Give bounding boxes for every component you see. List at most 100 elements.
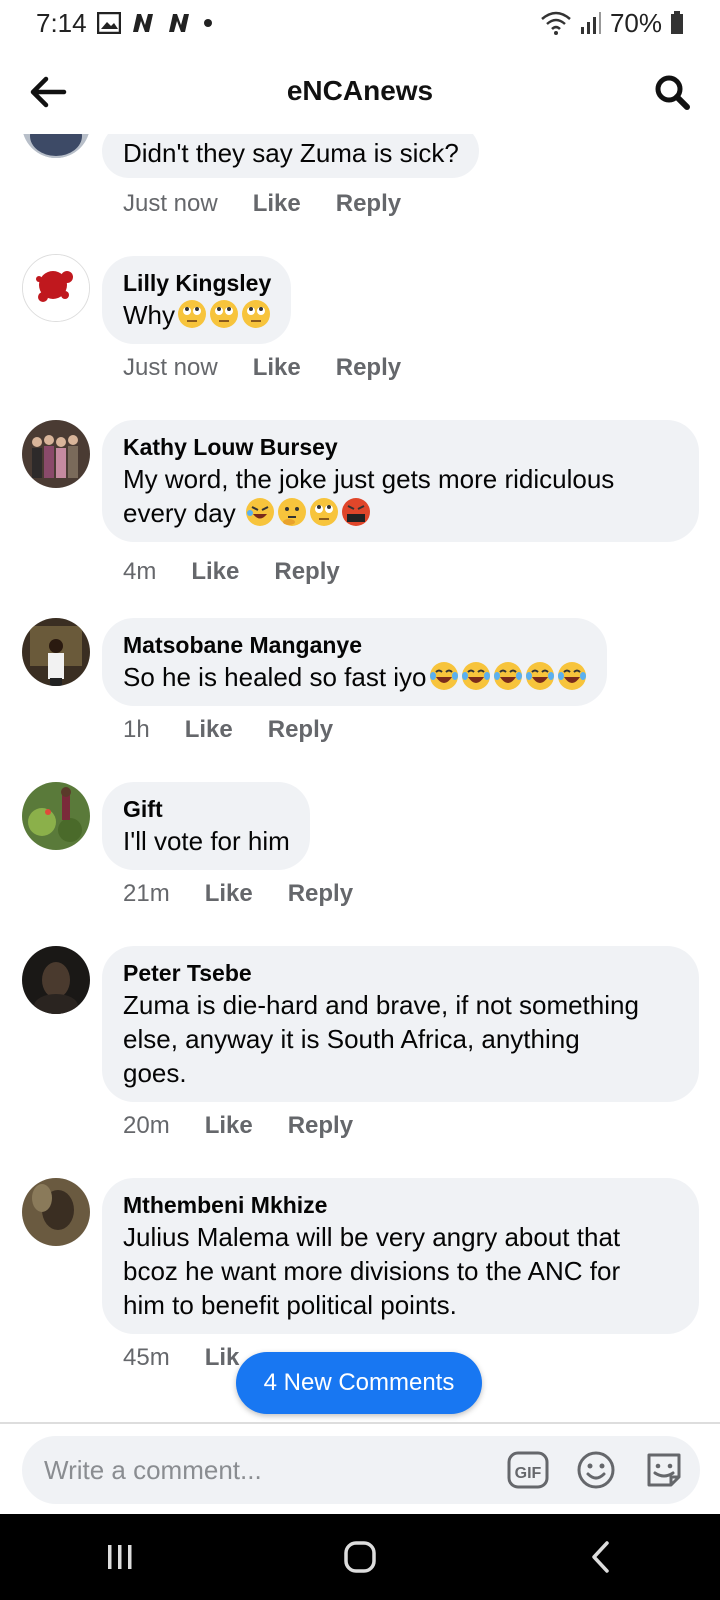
comment-meta: 45m Lik [123, 1344, 239, 1372]
comment-meta: 4m Like Reply [123, 558, 340, 586]
comment-bubble[interactable]: Matsobane Manganye So he is healed so fa… [102, 618, 607, 706]
comment-text-line: goes. [123, 1058, 187, 1088]
comment-time: 1h [123, 716, 150, 743]
reply-button[interactable]: Reply [288, 880, 353, 908]
back-button[interactable] [26, 70, 70, 114]
recent-apps-icon [108, 1545, 132, 1569]
gif-button[interactable]: GIF [506, 1448, 550, 1492]
like-button[interactable]: Like [253, 190, 301, 218]
rofl-emoji-icon [245, 498, 274, 526]
reply-button[interactable]: Reply [336, 354, 401, 382]
composer-icons: GIF [506, 1448, 686, 1492]
home-icon [344, 1541, 376, 1573]
avatar[interactable] [22, 134, 90, 158]
emoji-button[interactable] [574, 1448, 618, 1492]
tears-of-joy-emoji-icon [557, 662, 586, 690]
comment-text: every day [123, 496, 679, 530]
comment-text-line: Zuma is die-hard and brave, if not somet… [123, 990, 639, 1020]
comment-bubble[interactable]: Mthembeni Mkhize Julius Malema will be v… [102, 1178, 699, 1334]
comment-time: 4m [123, 558, 157, 585]
comment-bubble[interactable]: Didn't they say Zuma is sick? [102, 134, 479, 178]
eye-roll-emoji-icon [178, 300, 206, 328]
like-button[interactable]: Like [205, 880, 253, 908]
wifi-icon [540, 11, 572, 35]
status-right: 70% [540, 8, 684, 39]
comment-author: Peter Tsebe [123, 960, 252, 986]
avatar[interactable] [22, 946, 90, 1014]
comment-text-line: bcoz he want more divisions to the ANC f… [123, 1256, 621, 1286]
reply-button[interactable]: Reply [288, 1112, 353, 1140]
eye-roll-emoji-icon [242, 300, 270, 328]
signal-icon [580, 11, 602, 35]
comment-time: 21m [123, 880, 170, 907]
news-notification-icon-2 [167, 12, 193, 34]
like-button[interactable]: Like [205, 1112, 253, 1140]
like-button[interactable]: Lik [205, 1344, 240, 1372]
comment-composer-bar: GIF [0, 1422, 720, 1514]
eye-roll-emoji-icon [309, 498, 338, 526]
avatar[interactable] [22, 420, 90, 488]
tears-of-joy-emoji-icon [429, 662, 458, 690]
comment-text-line: him to benefit political points. [123, 1290, 457, 1320]
tears-of-joy-emoji-icon [461, 662, 490, 690]
comment-text: So he is healed so fast iyo [123, 660, 587, 694]
more-notifications-dot-icon [203, 18, 213, 28]
comment-bubble[interactable]: Kathy Louw Bursey My word, the joke just… [102, 420, 699, 542]
search-button[interactable] [650, 70, 694, 114]
avatar[interactable] [22, 1178, 90, 1246]
comment-author: Kathy Louw Bursey [123, 434, 338, 460]
avatar[interactable] [22, 618, 90, 686]
news-notification-icon [131, 12, 157, 34]
comment-text-body: Why [123, 300, 175, 330]
status-bar: 7:14 70% [0, 0, 720, 46]
comment-bubble[interactable]: Lilly Kingsley Why [102, 256, 292, 344]
comment-author: Mthembeni Mkhize [123, 1192, 328, 1218]
comment-text-line: My word, the joke just gets more ridicul… [123, 464, 615, 494]
search-icon [655, 75, 690, 110]
tears-of-joy-emoji-icon [525, 662, 554, 690]
comment-composer: GIF [22, 1436, 700, 1504]
avatar[interactable] [22, 782, 90, 850]
comment-input[interactable] [44, 1454, 484, 1486]
comment-meta: 20m Like Reply [123, 1112, 353, 1140]
cursing-emoji-icon [341, 498, 370, 526]
gif-icon: GIF [507, 1451, 549, 1489]
new-comments-button[interactable]: 4 New Comments [236, 1352, 482, 1414]
gallery-notification-icon [96, 12, 121, 34]
comment-text-body: So he is healed so fast iyo [123, 662, 427, 692]
comment-time: 20m [123, 1112, 170, 1139]
comment-text-line: Julius Malema will be very angry about t… [123, 1222, 621, 1252]
app-header: eNCAnews [0, 56, 720, 126]
reply-button[interactable]: Reply [336, 190, 401, 218]
thinking-emoji-icon [277, 498, 306, 526]
like-button[interactable]: Like [191, 558, 239, 586]
page-title: eNCAnews [286, 75, 434, 106]
battery-icon [670, 11, 684, 35]
status-time: 7:14 [36, 7, 87, 38]
comment-meta: Just now Like Reply [123, 190, 401, 218]
tears-of-joy-emoji-icon [493, 662, 522, 690]
comment-text-line: every day [123, 498, 236, 528]
comment-time: 45m [123, 1344, 170, 1371]
avatar[interactable] [22, 254, 90, 322]
sticker-icon [647, 1453, 681, 1487]
comment-meta: Just now Like Reply [123, 354, 401, 382]
like-button[interactable]: Like [253, 354, 301, 382]
comments-feed[interactable]: Didn't they say Zuma is sick? Just now L… [0, 134, 720, 1422]
comment-author: Lilly Kingsley [123, 270, 272, 296]
comment-bubble[interactable]: Peter Tsebe Zuma is die-hard and brave, … [102, 946, 699, 1102]
status-left: 7:14 [36, 8, 213, 39]
recent-apps-button[interactable] [80, 1527, 160, 1587]
like-button[interactable]: Like [185, 716, 233, 744]
home-button[interactable] [320, 1527, 400, 1587]
comment-text-line: else, anyway it is South Africa, anythin… [123, 1024, 580, 1054]
reply-button[interactable]: Reply [268, 716, 333, 744]
comment-meta: 21m Like Reply [123, 880, 353, 908]
comment-text: I'll vote for him [123, 826, 290, 856]
sticker-button[interactable] [642, 1448, 686, 1492]
back-nav-button[interactable] [560, 1527, 640, 1587]
comment-meta: 1h Like Reply [123, 716, 333, 744]
comment-time: Just now [123, 190, 218, 217]
comment-bubble[interactable]: Gift I'll vote for him [102, 782, 310, 870]
reply-button[interactable]: Reply [274, 558, 339, 586]
